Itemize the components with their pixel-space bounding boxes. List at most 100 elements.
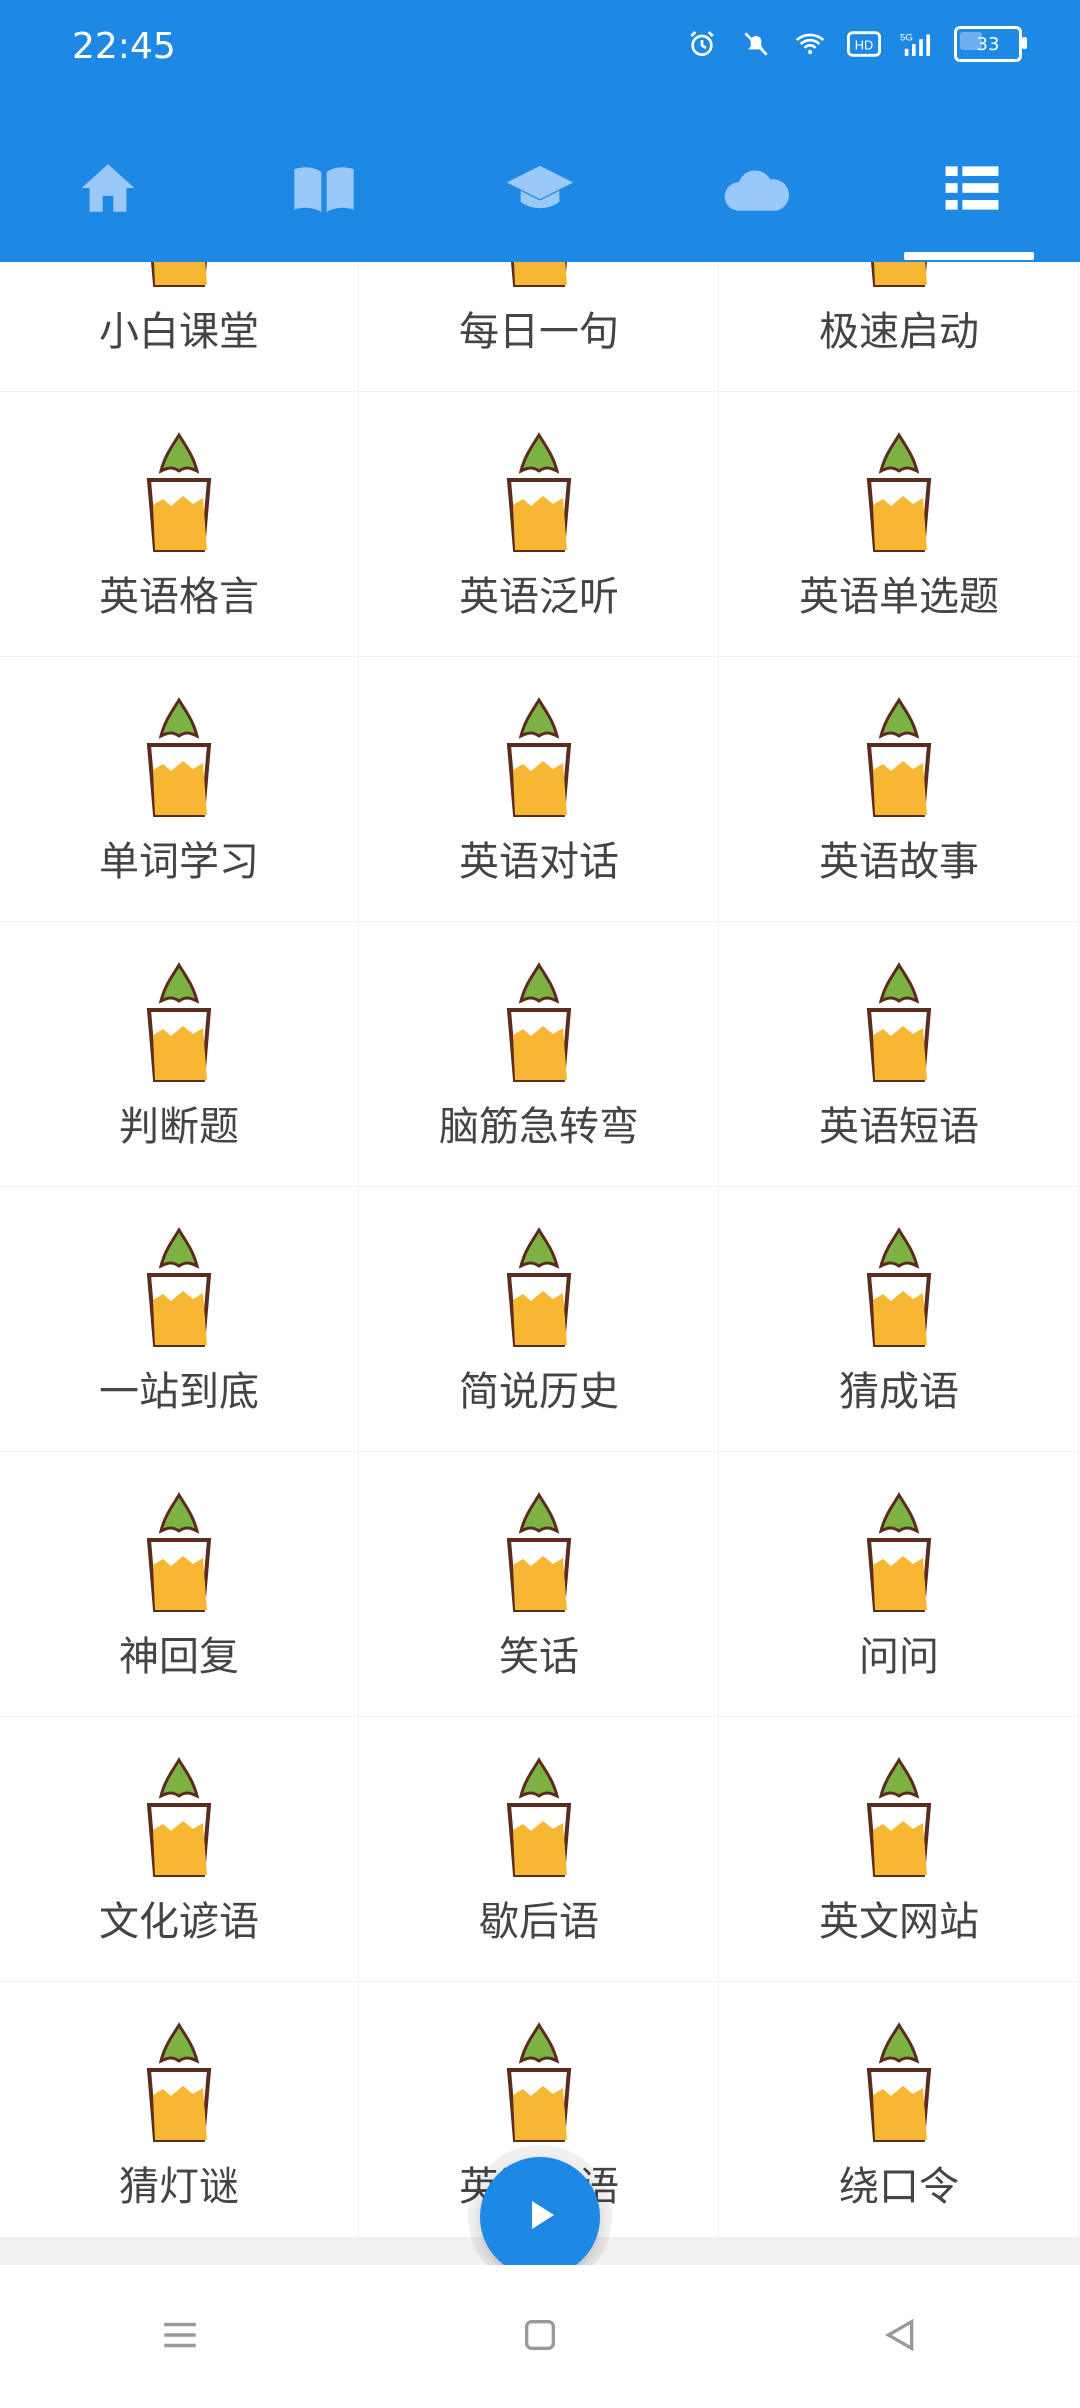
- system-back-button[interactable]: [840, 2292, 960, 2382]
- active-tab-indicator: [904, 252, 1034, 260]
- grid-item-label: 英语故事: [819, 839, 979, 885]
- potted-plant-icon: [129, 425, 229, 560]
- grid-item-label: 猜灯谜: [119, 2164, 239, 2210]
- system-home-button[interactable]: [480, 2292, 600, 2382]
- grid-item[interactable]: 笑话: [360, 1451, 719, 1717]
- signal-5g-icon: 5G: [900, 26, 936, 62]
- potted-plant-icon: [489, 690, 589, 825]
- grid-item[interactable]: 英语短语: [720, 921, 1079, 1187]
- potted-plant-icon: [849, 955, 949, 1090]
- grid-item[interactable]: 每日一句: [360, 262, 719, 392]
- grid-item[interactable]: 单词学习: [0, 656, 359, 922]
- potted-plant-icon: [129, 1750, 229, 1885]
- app-header: 22:45 HD 5G 33: [0, 0, 1080, 262]
- grid-item-label: 绕口令: [839, 2164, 959, 2210]
- potted-plant-icon: [129, 2015, 229, 2150]
- grid-item[interactable]: 英语单选题: [720, 391, 1079, 657]
- grid-item-label: 英语格言: [99, 574, 259, 620]
- grid-item[interactable]: 英语格言: [0, 391, 359, 657]
- system-nav-bar: [0, 2265, 1080, 2408]
- alarm-icon: [684, 26, 720, 62]
- grid-item[interactable]: 一站到底: [0, 1186, 359, 1452]
- status-bar: 22:45 HD 5G 33: [0, 0, 1080, 96]
- grid-item[interactable]: 文化谚语: [0, 1716, 359, 1982]
- grid-item[interactable]: 歇后语: [360, 1716, 719, 1982]
- svg-text:5G: 5G: [900, 32, 913, 43]
- top-tab-bar: [0, 135, 1080, 245]
- grid-item-label: 英语单选题: [799, 574, 999, 620]
- grid-item[interactable]: 小白课堂: [0, 262, 359, 392]
- potted-plant-icon: [849, 1220, 949, 1355]
- grid-item-label: 英语短语: [819, 1104, 979, 1150]
- grid-item-label: 判断题: [119, 1104, 239, 1150]
- status-time: 22:45: [72, 26, 176, 67]
- grid-item[interactable]: 判断题: [0, 921, 359, 1187]
- potted-plant-icon: [129, 1220, 229, 1355]
- grid-item-label: 简说历史: [459, 1369, 619, 1415]
- back-icon: [880, 2315, 920, 2359]
- tab-list[interactable]: [902, 145, 1042, 235]
- potted-plant-icon: [849, 2015, 949, 2150]
- grid-item[interactable]: 绕口令: [720, 1981, 1079, 2237]
- potted-plant-icon: [129, 262, 229, 295]
- grid-item[interactable]: 英语故事: [720, 656, 1079, 922]
- grid-item-label: 每日一句: [459, 309, 619, 355]
- potted-plant-icon: [129, 1485, 229, 1620]
- grid-item[interactable]: 脑筋急转弯: [360, 921, 719, 1187]
- grid-item[interactable]: 英文网站: [720, 1716, 1079, 1982]
- grid-item[interactable]: 极速启动: [720, 262, 1079, 392]
- battery-icon: 33: [954, 26, 1027, 62]
- grid-item-label: 小白课堂: [99, 309, 259, 355]
- svg-text:HD: HD: [855, 38, 873, 53]
- graduation-cap-icon: [504, 158, 576, 222]
- potted-plant-icon: [489, 425, 589, 560]
- grid-item-label: 文化谚语: [99, 1899, 259, 1945]
- grid-item-label: 猜成语: [839, 1369, 959, 1415]
- grid-item[interactable]: 英语泛听: [360, 391, 719, 657]
- grid-item[interactable]: 英语对话: [360, 656, 719, 922]
- grid-item-label: 英语对话: [459, 839, 619, 885]
- potted-plant-icon: [489, 955, 589, 1090]
- grid-item-label: 问问: [859, 1634, 939, 1680]
- grid-item-label: 脑筋急转弯: [439, 1104, 639, 1150]
- potted-plant-icon: [489, 2015, 589, 2150]
- menu-icon: [159, 2314, 201, 2360]
- grid-item[interactable]: 简说历史: [360, 1186, 719, 1452]
- grid-item-label: 极速启动: [819, 309, 979, 355]
- play-icon: [520, 2195, 560, 2239]
- grid-item-label: 一站到底: [99, 1369, 259, 1415]
- grid-item[interactable]: 猜灯谜: [0, 1981, 359, 2237]
- potted-plant-icon: [849, 690, 949, 825]
- potted-plant-icon: [489, 262, 589, 295]
- grid-item-label: 神回复: [119, 1634, 239, 1680]
- list-icon: [943, 164, 1001, 216]
- tab-home[interactable]: [38, 145, 178, 235]
- feature-grid: 小白课堂 每日一句 极速启动英语格言 英语泛听 英语单选题单词学习 英语对话 英语故事判断题…: [0, 262, 1080, 2237]
- potted-plant-icon: [849, 262, 949, 295]
- system-menu-button[interactable]: [120, 2292, 240, 2382]
- potted-plant-icon: [849, 1485, 949, 1620]
- tab-learn[interactable]: [470, 145, 610, 235]
- potted-plant-icon: [849, 1750, 949, 1885]
- mute-bell-icon: [738, 26, 774, 62]
- grid-item[interactable]: 神回复: [0, 1451, 359, 1717]
- wifi-icon: [792, 26, 828, 62]
- home-icon: [76, 159, 140, 221]
- cloud-icon: [719, 161, 793, 219]
- potted-plant-icon: [489, 1750, 589, 1885]
- grid-item-label: 英语泛听: [459, 574, 619, 620]
- potted-plant-icon: [849, 425, 949, 560]
- potted-plant-icon: [489, 1220, 589, 1355]
- tab-read[interactable]: [254, 145, 394, 235]
- play-button[interactable]: [480, 2157, 600, 2277]
- potted-plant-icon: [489, 1485, 589, 1620]
- grid-item-label: 单词学习: [99, 839, 259, 885]
- tab-cloud[interactable]: [686, 145, 826, 235]
- potted-plant-icon: [129, 955, 229, 1090]
- grid-item[interactable]: 问问: [720, 1451, 1079, 1717]
- book-icon: [289, 158, 359, 222]
- grid-item-label: 笑话: [499, 1634, 579, 1680]
- home-square-icon: [520, 2315, 560, 2359]
- status-icons: HD 5G 33: [684, 26, 1027, 62]
- grid-item[interactable]: 猜成语: [720, 1186, 1079, 1452]
